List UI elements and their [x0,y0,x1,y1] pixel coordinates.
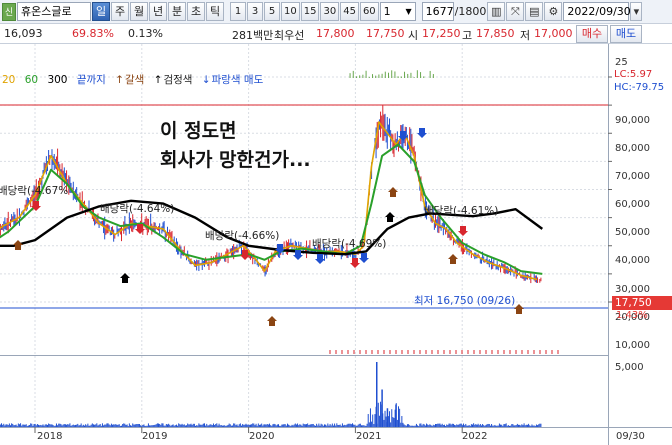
bar-chart-icon[interactable]: ▥ [487,2,506,21]
expand-icon[interactable]: ⤧ [506,2,525,21]
price-axis-tick-80000: 80,000 [615,143,650,154]
x-axis-tick-2021: 2021 [356,431,382,442]
legend-black: 검정색 [163,74,193,86]
low-value: 17,000 [534,27,573,40]
open-value: 17,250 [422,27,461,40]
legend-black-arrow-icon: ↑ [153,74,163,86]
period-second-button[interactable]: 초 [187,2,205,21]
interval-45-button[interactable]: 45 [340,2,359,21]
chart-legend: 20 60 300 끝까지 ↑갈색 ↑검정색 ↓파랑색 매도 [2,72,269,87]
interval-15-button[interactable]: 15 [300,2,320,21]
x-axis-tick-2020: 2020 [249,431,275,442]
high-label: 고 [462,29,473,42]
legend-blue-sell: 파랑색 매도 [211,74,264,86]
price-axis-tick-90000: 90,000 [615,115,650,126]
price-axis-tick-30000: 30,000 [615,284,650,295]
annotation-line-1: 이 정도면 [160,120,237,142]
legend-until: 끝까지 [76,74,106,86]
stock-chart: 20 60 300 끝까지 ↑갈색 ↑검정색 ↓파랑색 매도 이 정도면 회사가… [0,44,672,445]
low-price-label: 최저 16,750 (09/26) [414,295,516,307]
legend-ma60: 60 [24,74,39,86]
period-day-button[interactable]: 일 [92,2,110,21]
legend-brown-arrow-icon: ↑ [115,74,124,86]
x-axis-tick-2018: 2018 [37,431,63,442]
period-month-button[interactable]: 월 [130,2,148,21]
best-ask-label: 최우선 [274,29,305,42]
buy-button[interactable]: 매수 [576,25,608,43]
x-axis-tick-2022: 2022 [462,431,488,442]
price-axis-tick-60000: 60,000 [615,199,650,210]
interval-10-button[interactable]: 10 [281,2,300,21]
dividend-label-2: 배당락(-4.64%) [100,203,175,215]
price-axis-tick-70000: 70,000 [615,171,650,182]
volume-ratio: 69.83% [72,27,114,40]
stock-name-field[interactable]: 휴온스글로 [17,2,91,21]
chart-annotation: 이 정도면 회사가 망한건가... [160,117,311,175]
chart-toolbar: 신 휴온스글로 일 주 월 년 분 초 틱 1 3 5 10 15 30 45 … [0,0,672,24]
legend-blue-arrow-icon: ↓ [201,74,211,86]
lc-label: LC:5.97 [614,69,653,80]
price-axis-tick-50000: 50,000 [615,227,650,238]
low-label: 저 [520,29,531,42]
current-price-marker: 17,750 [612,296,672,310]
trade-amount: 281백만 [232,29,274,42]
date-input[interactable]: 2022/09/30 [563,2,631,21]
indicator-axis-tick: 25 [615,57,628,68]
volume-panel [0,357,608,427]
chevron-down-icon: ▼ [405,7,412,16]
period-minute-button[interactable]: 분 [168,2,186,21]
hc-label: HC:-79.75 [614,82,665,93]
period-year-button[interactable]: 년 [149,2,167,21]
price-axis-tick-10000: 10,000 [615,340,650,351]
turnover-ratio: 0.13% [128,27,163,40]
current-change-pct: 1.43% [616,310,648,321]
best-bid-value: 17,750 [366,27,405,40]
interval-select[interactable]: 1 ▼ [379,2,416,21]
x-axis-tick-2019: 2019 [142,431,168,442]
legend-brown: 갈색 [124,74,145,86]
gear-icon[interactable]: ⚙ [544,2,563,21]
legend-ma300: 300 [47,74,68,86]
clipboard-icon[interactable]: ▤ [525,2,544,21]
open-label: 시 [408,29,419,42]
dividend-label-4: 배당락(-4.69%) [312,238,387,250]
high-value: 17,850 [476,27,515,40]
volume-axis-tick-5000: 5,000 [615,362,644,373]
annotation-line-2: 회사가 망한건가... [160,149,311,171]
x-axis-last-date: 09/30 [616,431,645,442]
count-input[interactable]: 1677 [421,2,454,21]
interval-60-button[interactable]: 60 [359,2,379,21]
credit-badge: 신 [2,2,16,21]
legend-ma20: 20 [2,74,16,86]
count-total: /1800 [454,5,487,18]
calendar-icon[interactable]: ▾ [630,2,643,21]
volume-value: 16,093 [4,27,43,40]
dividend-label-3: 배당락(-4.66%) [205,230,280,242]
best-ask-value: 17,800 [316,27,355,40]
interval-select-value: 1 [383,5,391,18]
dividend-label-1: 배당락(-4.67% [0,185,69,197]
interval-5-button[interactable]: 5 [264,2,280,21]
price-axis-tick-40000: 40,000 [615,255,650,266]
period-week-button[interactable]: 주 [111,2,129,21]
interval-3-button[interactable]: 3 [247,2,263,21]
sell-button[interactable]: 매도 [610,25,642,43]
quote-bar: 16,093 69.83% 0.13% 281백만 최우선 17,800 17,… [0,24,672,44]
period-tick-button[interactable]: 틱 [206,2,224,21]
dividend-label-5: 배당락(-4.61%) [424,205,499,217]
interval-1-button[interactable]: 1 [230,2,246,21]
interval-30-button[interactable]: 30 [320,2,340,21]
